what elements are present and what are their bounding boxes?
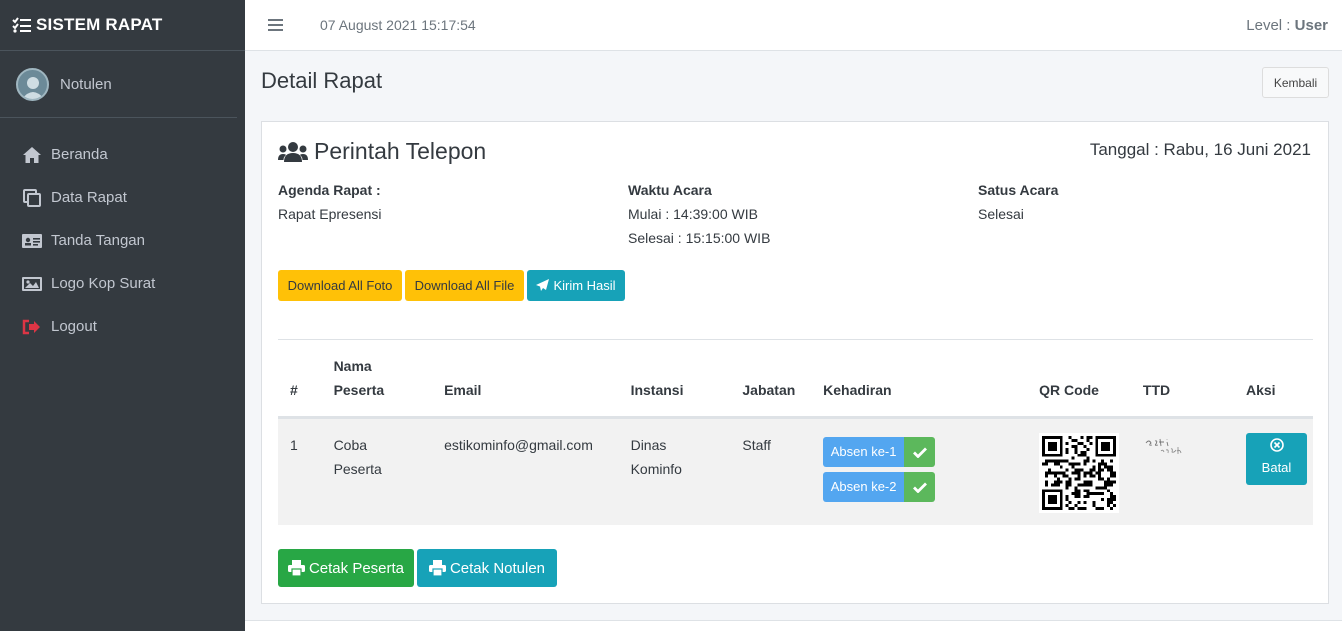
cell-qr	[1027, 417, 1131, 525]
table-row: 1 Coba Peserta estikominfo@gmail.com Din…	[278, 417, 1313, 525]
col-instansi: Instansi	[618, 348, 731, 419]
sidebar: SISTEM RAPAT Notulen Beranda Data Rapat	[0, 0, 245, 631]
menu-icon[interactable]	[268, 19, 288, 31]
col-email: Email	[432, 348, 619, 419]
meeting-title: Perintah Telepon	[278, 138, 486, 165]
agenda-section: Agenda Rapat : Rapat Epresensi	[278, 178, 382, 226]
col-aksi: Aksi	[1234, 348, 1313, 419]
signature-image	[1145, 438, 1182, 454]
time-label: Waktu Acara	[628, 182, 712, 198]
col-nama: Nama Peserta	[321, 348, 433, 419]
col-jabatan: Jabatan	[730, 348, 812, 419]
sidebar-item-data-rapat[interactable]: Data Rapat	[0, 176, 245, 219]
cell-email: estikominfo@gmail.com	[432, 417, 619, 525]
absen-2-label: Absen ke-2	[823, 472, 905, 502]
cell-instansi: Dinas Kominfo	[618, 417, 731, 525]
sidebar-item-logout[interactable]: Logout	[0, 305, 245, 348]
agenda-label: Agenda Rapat :	[278, 182, 381, 198]
cell-jabatan: Staff	[730, 417, 812, 525]
col-no: #	[278, 348, 322, 419]
check-icon	[904, 472, 936, 502]
brand[interactable]: SISTEM RAPAT	[0, 0, 245, 51]
status-value: Selesai	[978, 206, 1024, 222]
col-kehadiran: Kehadiran	[811, 348, 1028, 419]
download-file-button[interactable]: Download All File	[405, 270, 524, 301]
status-label: Satus Acara	[978, 182, 1059, 198]
meeting-card: Perintah Telepon Tanggal : Rabu, 16 Juni…	[261, 121, 1329, 604]
back-button[interactable]: Kembali	[1262, 67, 1329, 98]
divider	[278, 339, 1313, 340]
cetak-peserta-button[interactable]: Cetak Peserta	[278, 549, 414, 587]
sidebar-item-label: Beranda	[51, 146, 108, 163]
user-level: Level : User	[1246, 17, 1328, 34]
footer-strip	[245, 620, 1342, 631]
absen-1-badge[interactable]: Absen ke-1	[823, 437, 936, 467]
sidebar-item-label: Tanda Tangan	[51, 232, 145, 249]
cell-kehadiran: Absen ke-1 Absen ke-2	[811, 417, 1028, 525]
col-qr: QR Code	[1027, 348, 1131, 419]
time-section: Waktu Acara Mulai : 14:39:00 WIB Selesai…	[628, 178, 770, 250]
id-card-icon	[22, 231, 42, 251]
logout-icon	[22, 317, 42, 337]
datetime: 07 August 2021 15:17:54	[320, 17, 476, 33]
participants-table: # Nama Peserta Email Instansi Jabatan Ke…	[278, 348, 1313, 525]
qr-code	[1039, 433, 1120, 513]
print-icon	[428, 560, 446, 576]
check-icon	[904, 437, 936, 467]
sidebar-item-label: Logo Kop Surat	[51, 275, 156, 292]
topbar: 07 August 2021 15:17:54 Level : User	[245, 0, 1342, 51]
kirim-hasil-label: Kirim Hasil	[553, 278, 616, 293]
col-ttd: TTD	[1130, 348, 1234, 419]
print-icon	[287, 560, 305, 576]
cell-nama: Coba Peserta	[321, 417, 433, 525]
end-time: Selesai : 15:15:00 WIB	[628, 230, 771, 246]
table-header-row: # Nama Peserta Email Instansi Jabatan Ke…	[278, 348, 1313, 419]
cell-ttd	[1130, 417, 1234, 525]
sidebar-nav: Beranda Data Rapat Tanda Tangan Logo Kop…	[0, 133, 245, 348]
meeting-title-text: Perintah Telepon	[314, 138, 487, 164]
image-icon	[22, 274, 42, 294]
send-icon	[536, 279, 550, 291]
sidebar-item-label: Logout	[51, 318, 97, 335]
home-icon	[22, 145, 42, 165]
batal-label: Batal	[1261, 460, 1292, 475]
level-value: User	[1294, 16, 1328, 34]
cell-no: 1	[278, 417, 322, 525]
sidebar-item-tanda-tangan[interactable]: Tanda Tangan	[0, 219, 245, 262]
sidebar-item-label: Data Rapat	[51, 189, 127, 206]
kirim-hasil-button[interactable]: Kirim Hasil	[527, 270, 625, 301]
agenda-value: Rapat Epresensi	[278, 206, 382, 222]
batal-button[interactable]: Batal	[1246, 433, 1307, 485]
status-section: Satus Acara Selesai	[978, 178, 1058, 226]
absen-1-label: Absen ke-1	[823, 437, 905, 467]
download-foto-button[interactable]: Download All Foto	[278, 270, 402, 301]
users-icon	[278, 141, 308, 162]
cetak-notulen-button[interactable]: Cetak Notulen	[417, 549, 557, 587]
list-check-icon	[12, 17, 31, 33]
page-title: Detail Rapat	[261, 68, 383, 93]
user-name: Notulen	[60, 75, 112, 93]
brand-title: SISTEM RAPAT	[36, 15, 163, 34]
meeting-date: Tanggal : Rabu, 16 Juni 2021	[1089, 140, 1311, 159]
cell-aksi: Batal	[1234, 417, 1313, 525]
copy-icon	[22, 188, 42, 208]
level-label: Level :	[1246, 16, 1295, 34]
start-time: Mulai : 14:39:00 WIB	[628, 206, 758, 222]
user-icon	[21, 76, 44, 99]
user-panel[interactable]: Notulen	[0, 51, 237, 118]
sidebar-item-beranda[interactable]: Beranda	[0, 133, 245, 176]
sidebar-item-logo-kop-surat[interactable]: Logo Kop Surat	[0, 262, 245, 305]
cetak-notulen-label: Cetak Notulen	[449, 559, 546, 577]
absen-2-badge[interactable]: Absen ke-2	[823, 472, 936, 502]
times-circle-icon	[1269, 438, 1284, 452]
cetak-peserta-label: Cetak Peserta	[308, 559, 405, 577]
avatar	[16, 67, 49, 101]
